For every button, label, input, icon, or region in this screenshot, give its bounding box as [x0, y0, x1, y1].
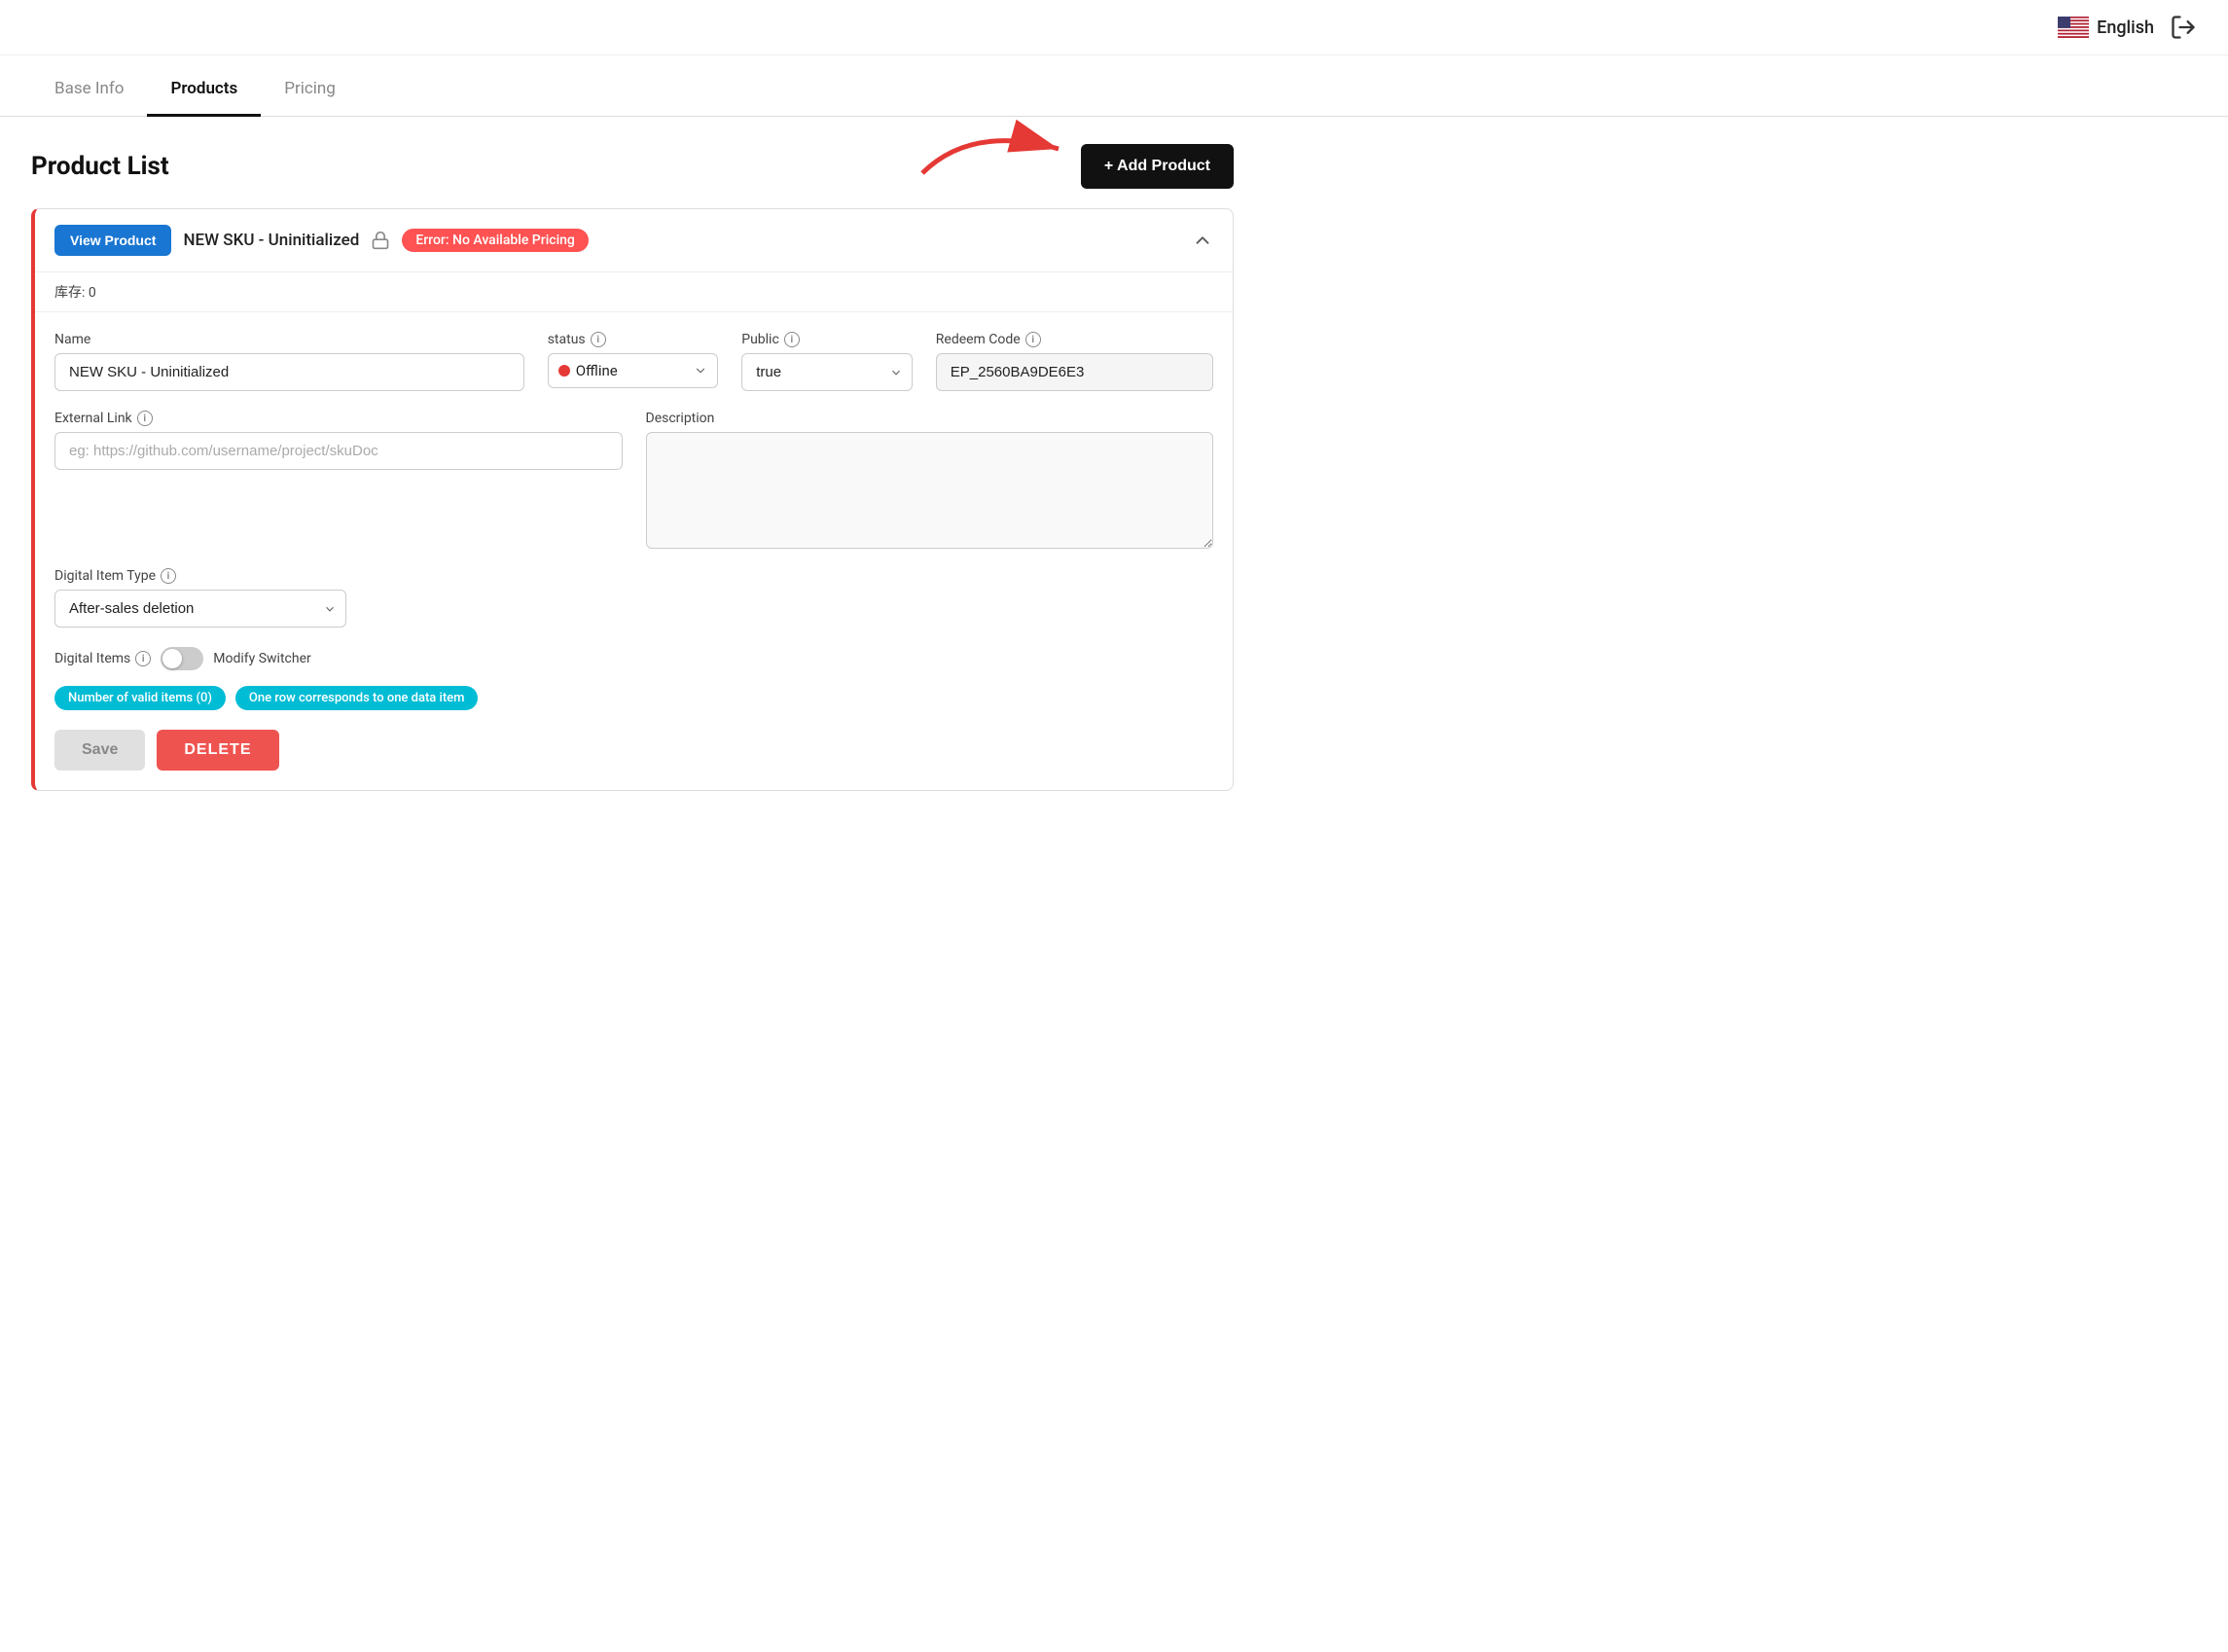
stock-label: 库存: 0: [54, 285, 96, 301]
public-label: Public i: [741, 332, 913, 347]
arrow-annotation: [913, 115, 1068, 183]
product-card-header: View Product NEW SKU - Uninitialized Err…: [35, 209, 1233, 272]
description-textarea[interactable]: [646, 432, 1214, 549]
digital-item-type-info-icon: i: [161, 568, 176, 584]
form-actions: Save DELETE: [54, 730, 1213, 771]
external-link-group: External Link i: [54, 411, 623, 549]
product-list-header: Product List + Add Product: [31, 144, 1234, 189]
stock-info: 库存: 0: [35, 272, 1233, 312]
form-row-2: External Link i Description: [54, 411, 1213, 549]
status-info-icon: i: [591, 332, 606, 347]
name-input[interactable]: [54, 353, 524, 391]
modify-switcher-label: Modify Switcher: [213, 651, 311, 666]
public-info-icon: i: [784, 332, 800, 347]
status-label: status i: [548, 332, 719, 347]
status-select[interactable]: Offline: [548, 353, 719, 388]
digital-items-row: Digital Items i Modify Switcher: [54, 647, 1213, 670]
product-card: View Product NEW SKU - Uninitialized Err…: [31, 208, 1234, 791]
toggle-knob: [162, 649, 182, 668]
public-select-container: true false: [741, 353, 913, 391]
name-group: Name: [54, 332, 524, 391]
external-link-label: External Link i: [54, 411, 623, 426]
form-row-1: Name status i Offline: [54, 332, 1213, 391]
status-value: Offline: [576, 362, 689, 379]
sku-name: NEW SKU - Uninitialized: [183, 231, 359, 250]
status-caret-icon: [694, 364, 707, 377]
delete-button[interactable]: DELETE: [157, 730, 278, 771]
header: English: [0, 0, 2228, 55]
tab-base-info[interactable]: Base Info: [31, 63, 147, 117]
flag-icon: [2058, 17, 2089, 38]
digital-items-info-icon: i: [135, 651, 151, 666]
digital-items-toggle[interactable]: [161, 647, 203, 670]
product-form: Name status i Offline: [35, 312, 1233, 790]
tab-pricing[interactable]: Pricing: [261, 63, 359, 117]
valid-items-badge[interactable]: Number of valid items (0): [54, 686, 226, 710]
main-content: Product List + Add Product View Product …: [0, 117, 1265, 818]
description-group: Description: [646, 411, 1214, 549]
add-product-button[interactable]: + Add Product: [1081, 144, 1234, 189]
language-selector[interactable]: English: [2058, 17, 2154, 38]
public-select[interactable]: true false: [741, 353, 913, 391]
language-label: English: [2097, 18, 2154, 38]
external-link-input[interactable]: [54, 432, 623, 470]
redeem-code-input[interactable]: [936, 353, 1213, 391]
save-button[interactable]: Save: [54, 730, 145, 771]
digital-item-type-label: Digital Item Type i: [54, 568, 346, 584]
external-link-info-icon: i: [137, 411, 153, 426]
form-row-3: Digital Item Type i After-sales deletion…: [54, 568, 346, 628]
tab-products[interactable]: Products: [147, 63, 261, 117]
lock-icon: [371, 231, 390, 250]
public-group: Public i true false: [741, 332, 913, 391]
row-info-badge[interactable]: One row corresponds to one data item: [235, 686, 479, 710]
status-dot: [558, 365, 570, 377]
name-label: Name: [54, 332, 524, 347]
view-product-button[interactable]: View Product: [54, 225, 171, 256]
product-card-header-left: View Product NEW SKU - Uninitialized Err…: [54, 225, 589, 256]
tabs-container: Base Info Products Pricing: [0, 63, 2228, 117]
collapse-icon[interactable]: [1192, 230, 1213, 251]
status-group: status i Offline: [548, 332, 719, 391]
digital-item-type-select[interactable]: After-sales deletion Permanent: [54, 590, 346, 628]
description-label: Description: [646, 411, 1214, 426]
digital-item-type-group: Digital Item Type i After-sales deletion…: [54, 568, 346, 628]
logout-icon[interactable]: [2170, 14, 2197, 41]
redeem-code-info-icon: i: [1025, 332, 1041, 347]
digital-item-type-select-container: After-sales deletion Permanent: [54, 590, 346, 628]
redeem-code-label: Redeem Code i: [936, 332, 1213, 347]
digital-items-label: Digital Items i: [54, 651, 151, 666]
badge-row: Number of valid items (0) One row corres…: [54, 686, 1213, 710]
redeem-code-group: Redeem Code i: [936, 332, 1213, 391]
product-list-title: Product List: [31, 152, 169, 181]
error-badge: Error: No Available Pricing: [402, 229, 589, 252]
